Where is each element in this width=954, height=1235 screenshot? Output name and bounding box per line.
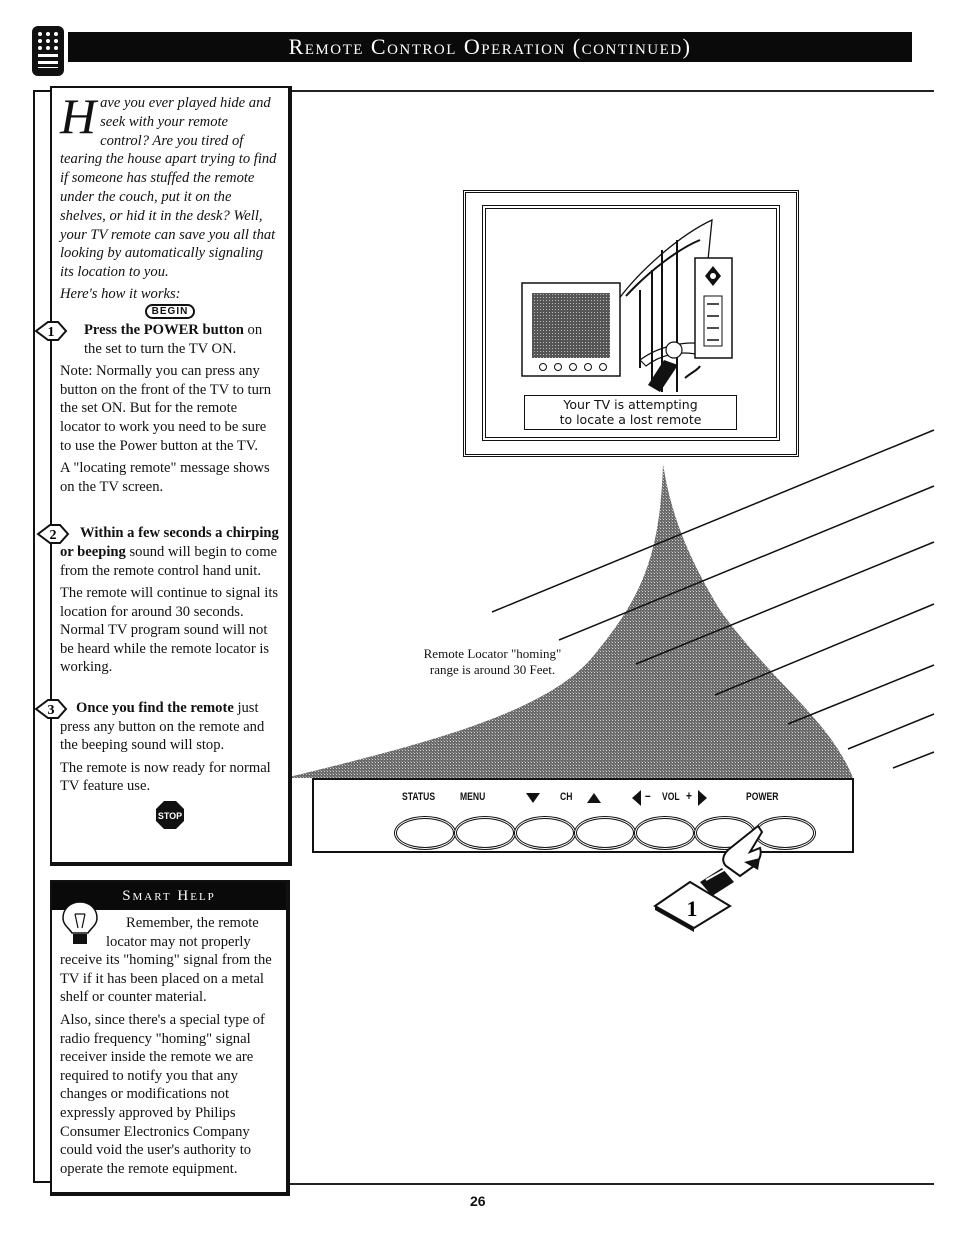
homing-range-label: Remote Locator "homing" range is around … (405, 646, 580, 678)
step-3-note: The remote is now ready for normal TV fe… (60, 759, 271, 795)
ch-label: CH (560, 791, 573, 803)
range-label-line-1: Remote Locator "homing" (423, 646, 562, 661)
page-title: Remote Control Operation (continued) (288, 34, 692, 59)
tv-on-screen-message: Your TV is attempting to locate a lost r… (524, 395, 737, 430)
light-bulb-icon (62, 901, 98, 944)
menu-label: MENU (460, 791, 486, 803)
tv-message-line-2: to locate a lost remote (559, 412, 702, 427)
range-label-line-2: range is around 30 Feet. (429, 662, 556, 677)
ch-down-arrow-icon (526, 793, 540, 803)
vol-down-button[interactable] (634, 816, 696, 850)
menu-button[interactable] (454, 816, 516, 850)
ch-down-button[interactable] (514, 816, 576, 850)
step-1-diamond-icon: 1 (34, 320, 68, 341)
step-1: 1 Press the POWER button on the set to t… (34, 320, 280, 496)
vol-left-arrow-icon (632, 790, 641, 806)
step-2-instruction: Within a few seconds a chirping or beepi… (60, 524, 280, 580)
step-3-diamond-icon: 3 (34, 698, 68, 720)
step-1-bold: Press the POWER button (84, 321, 244, 338)
power-label: POWER (746, 791, 779, 803)
svg-text:3: 3 (48, 703, 55, 718)
step-1-message-note: A "locating remote" message shows on the… (60, 460, 270, 495)
top-rule (290, 90, 934, 92)
vol-plus-label: + (686, 788, 692, 803)
bottom-rule (288, 1183, 934, 1185)
intro-paragraph: H ave you ever played hide and seek with… (60, 88, 280, 282)
smart-help-box: Smart Help Remember, the remote locator … (50, 880, 290, 1196)
smart-help-body: Remember, the remote locator may not pro… (52, 901, 286, 1178)
step-3-bold: Once you find the remote (76, 700, 234, 717)
begin-badge: BEGIN (145, 303, 195, 319)
remote-control-icon (32, 26, 64, 76)
stop-sign-icon: STOP (156, 801, 184, 830)
step-3: 3 Once you find the remote just press an… (34, 699, 280, 796)
homing-range-cone (285, 464, 853, 778)
status-label: STATUS (402, 791, 436, 803)
vol-minus-label: – (645, 788, 651, 803)
svg-text:2: 2 (50, 528, 57, 543)
tv-message-line-1: Your TV is attempting (563, 397, 698, 412)
svg-text:1: 1 (48, 325, 55, 340)
ch-up-button[interactable] (574, 816, 636, 850)
step-1-instruction: Press the POWER button on the set to tur… (60, 321, 280, 358)
smart-help-paragraph-2: Also, since there's a special type of ra… (60, 1011, 265, 1177)
step-3-instruction: Once you find the remote just press any … (60, 699, 280, 755)
vol-right-arrow-icon (698, 790, 707, 806)
vol-up-button[interactable] (694, 816, 756, 850)
ch-up-arrow-icon (587, 793, 601, 803)
power-button[interactable] (754, 816, 816, 850)
drop-cap: H (60, 88, 97, 144)
step-2-note: The remote will continue to signal its l… (60, 585, 279, 676)
step-2-diamond-icon: 2 (36, 523, 70, 545)
step-1-note: Note: Normally you can press any button … (60, 363, 272, 454)
instructions-panel: H ave you ever played hide and seek with… (34, 86, 292, 866)
svg-text:STOP: STOP (158, 811, 182, 821)
left-bracket (33, 90, 51, 1183)
step-2: 2 Within a few seconds a chirping or bee… (36, 524, 280, 677)
status-button[interactable] (394, 816, 456, 850)
how-it-works-label: Here's how it works: (60, 285, 181, 302)
vol-label: VOL (662, 791, 680, 803)
tv-front-control-panel: STATUS MENU CH – VOL + POWER (312, 778, 854, 853)
page-title-bar: Remote Control Operation (continued) (68, 32, 912, 62)
page-number: 26 (470, 1193, 486, 1209)
